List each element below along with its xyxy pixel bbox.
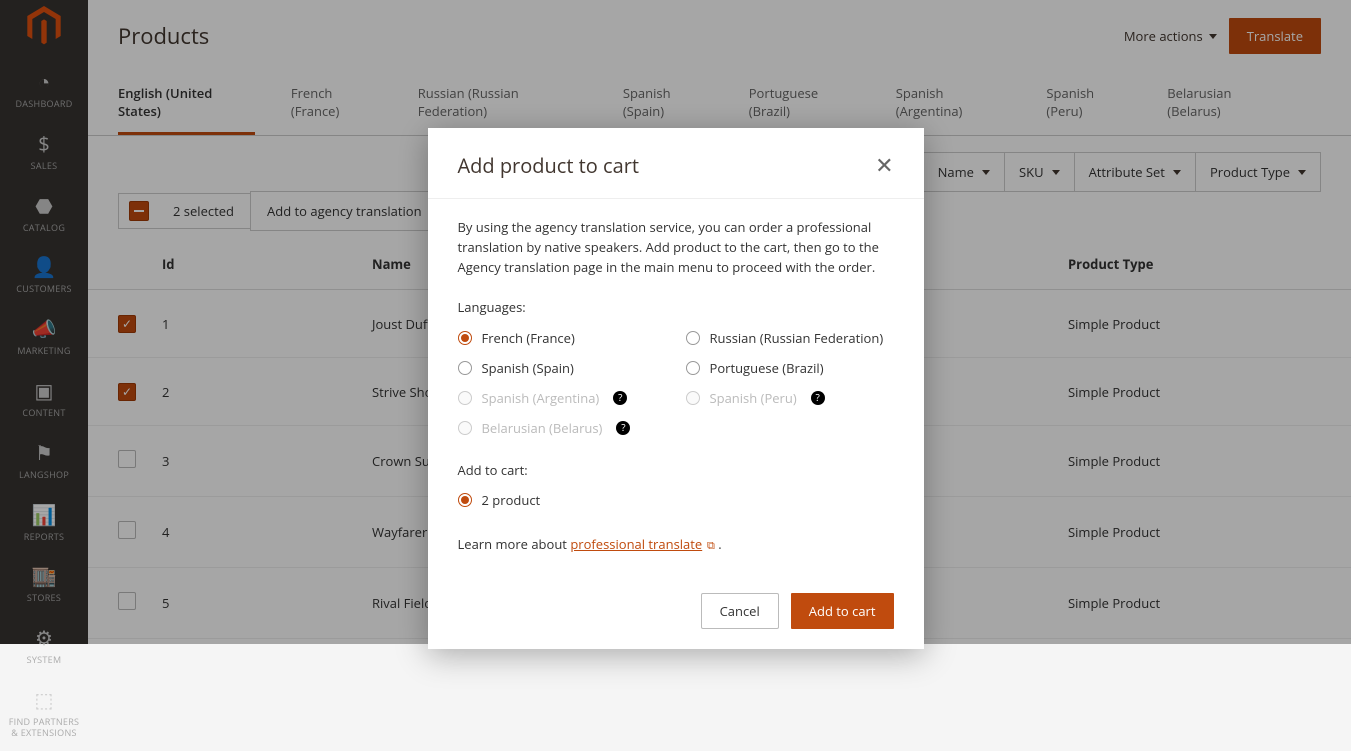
help-icon[interactable]: ? (613, 391, 627, 405)
cancel-button[interactable]: Cancel (701, 593, 779, 629)
language-option[interactable]: Russian (Russian Federation) (686, 328, 894, 348)
language-label: Spanish (Peru) (710, 388, 797, 408)
language-label: Russian (Russian Federation) (710, 328, 884, 348)
add-to-cart-modal: Add product to cart ✕ By using the agenc… (428, 128, 924, 649)
radio-icon (458, 361, 472, 375)
language-option[interactable]: Portuguese (Brazil) (686, 358, 894, 378)
language-label: Portuguese (Brazil) (710, 358, 824, 378)
nav-label: FIND PARTNERS & EXTENSIONS (4, 717, 84, 739)
languages-label: Languages: (458, 297, 894, 317)
radio-icon (686, 331, 700, 345)
radio-icon (686, 361, 700, 375)
addcart-label: Add to cart: (458, 460, 894, 480)
language-option[interactable]: French (France) (458, 328, 666, 348)
learn-more: Learn more about professional translate … (458, 534, 894, 554)
radio-icon (686, 391, 700, 405)
learn-prefix: Learn more about (458, 535, 571, 553)
language-label: Spanish (Argentina) (482, 388, 600, 408)
language-label: Spanish (Spain) (482, 358, 574, 378)
radio-icon (458, 331, 472, 345)
language-option[interactable]: Spanish (Spain) (458, 358, 666, 378)
modal-title: Add product to cart (458, 152, 640, 179)
professional-translate-link[interactable]: professional translate (570, 535, 702, 553)
cubes-icon: ⬚ (35, 686, 54, 713)
nav-cubes[interactable]: ⬚ FIND PARTNERS & EXTENSIONS (0, 678, 88, 747)
help-icon[interactable]: ? (616, 421, 630, 435)
language-options: French (France) Russian (Russian Federati… (458, 328, 894, 439)
addcart-option[interactable]: 2 product (458, 490, 894, 510)
add-to-cart-button[interactable]: Add to cart (791, 593, 894, 629)
modal-header: Add product to cart ✕ (428, 128, 924, 199)
help-icon[interactable]: ? (811, 391, 825, 405)
language-label: French (France) (482, 328, 575, 348)
modal-intro: By using the agency translation service,… (458, 217, 894, 277)
modal-body: By using the agency translation service,… (428, 199, 924, 577)
radio-icon (458, 391, 472, 405)
close-icon[interactable]: ✕ (875, 150, 893, 180)
addcart-value: 2 product (482, 490, 541, 510)
language-label: Belarusian (Belarus) (482, 418, 603, 438)
modal-footer: Cancel Add to cart (428, 577, 924, 649)
learn-suffix: . (715, 535, 722, 553)
external-link-icon: ⧉ (704, 538, 715, 553)
modal-overlay[interactable]: Add product to cart ✕ By using the agenc… (0, 0, 1351, 644)
radio-icon (458, 493, 472, 507)
language-option: Spanish (Argentina)? (458, 388, 666, 408)
radio-icon (458, 421, 472, 435)
language-option: Belarusian (Belarus)? (458, 418, 666, 438)
nav-label: SYSTEM (27, 655, 62, 666)
language-option: Spanish (Peru)? (686, 388, 894, 408)
